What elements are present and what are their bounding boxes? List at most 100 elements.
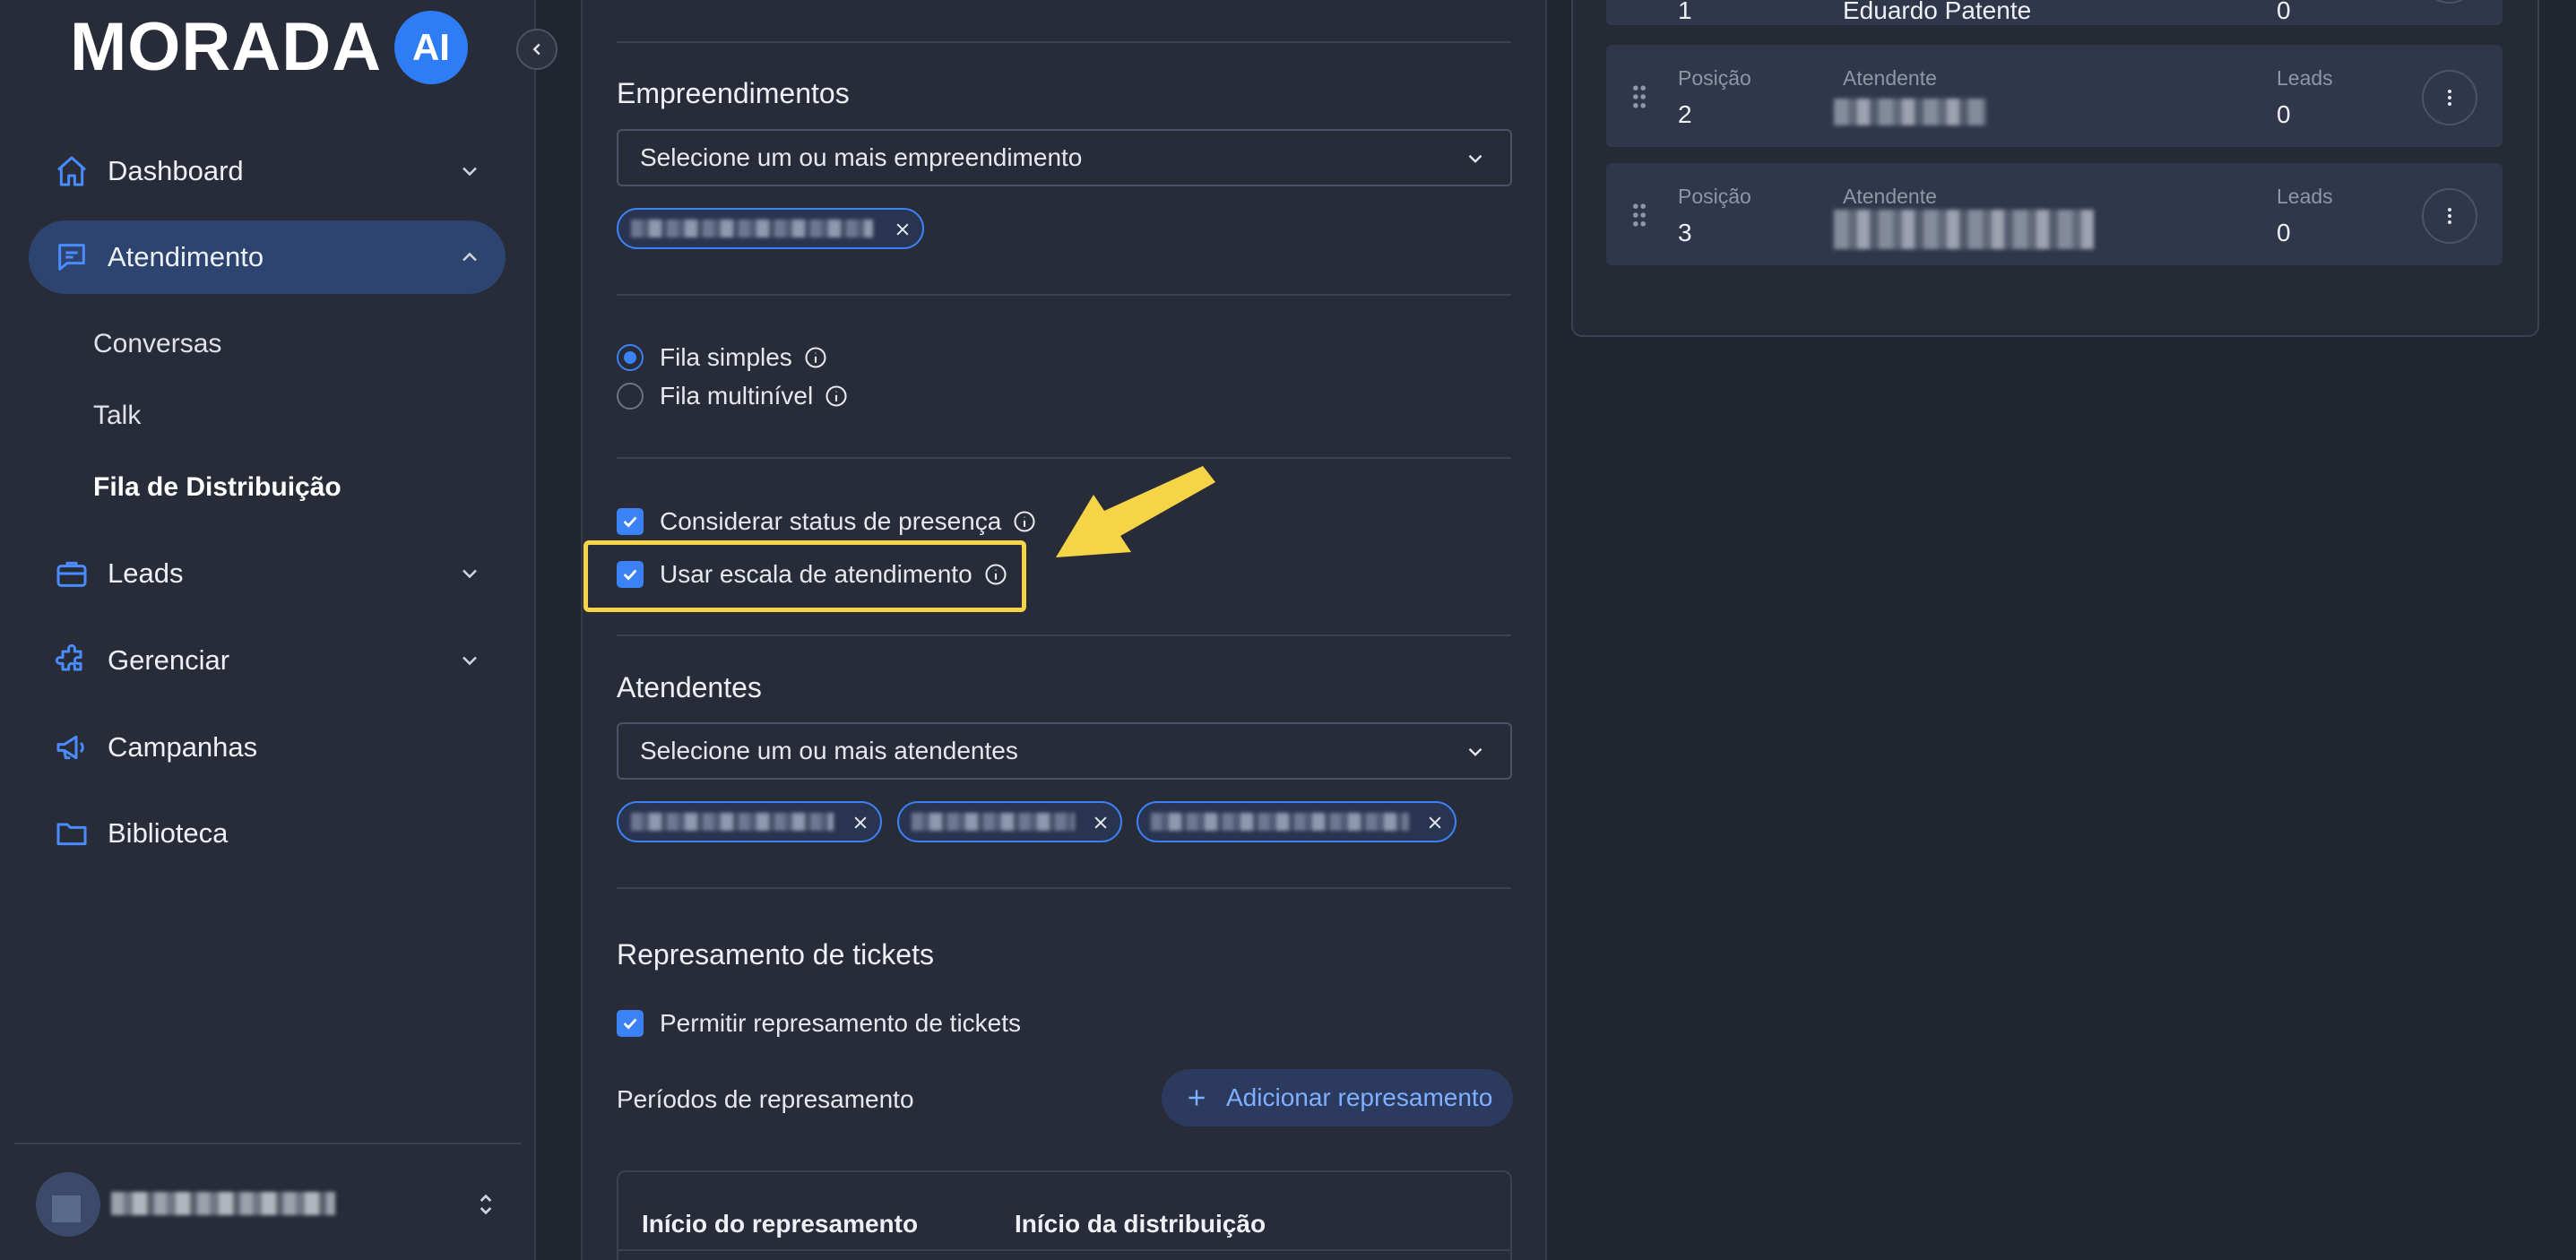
queue-row[interactable]: Posição 3 Atendente Leads 0 — [1606, 163, 2503, 265]
column-header-distribution: Início da distribuição — [1015, 1210, 1266, 1238]
leads-label: Leads — [2277, 185, 2333, 208]
arrow-annotation-icon — [1056, 466, 1215, 557]
divider — [617, 41, 1511, 43]
row-menu-button[interactable] — [2422, 188, 2477, 244]
leads-value: 0 — [2277, 219, 2291, 246]
empreendimentos-title: Empreendimentos — [617, 77, 850, 109]
sidebar-item-atendimento[interactable]: Atendimento — [29, 220, 506, 294]
redacted-text — [631, 220, 873, 237]
close-icon[interactable] — [894, 220, 912, 238]
sidebar-item-biblioteca[interactable]: Biblioteca — [29, 797, 506, 870]
presence-option[interactable]: Considerar status de presença — [617, 507, 1037, 536]
fila-multinivel-option[interactable]: Fila multinível — [617, 382, 849, 410]
info-icon[interactable] — [803, 345, 828, 370]
row-menu-button[interactable] — [2422, 70, 2477, 125]
queue-row[interactable]: Posição 2 Atendente Leads 0 — [1606, 45, 2503, 147]
chevron-left-icon — [532, 43, 540, 56]
user-name-redacted — [111, 1192, 335, 1215]
add-represamento-label: Adicionar represamento — [1226, 1083, 1493, 1111]
more-vertical-icon — [2448, 90, 2451, 106]
queue-row[interactable]: 1 Eduardo Patente 0 — [1606, 0, 2503, 25]
attendant-name-redacted — [1834, 99, 1986, 125]
drag-handle-icon[interactable] — [1631, 203, 1647, 228]
check-icon — [623, 516, 637, 528]
divider — [617, 294, 1511, 296]
position-value: 1 — [1678, 0, 1692, 24]
atendentes-select[interactable]: Selecione um ou mais atendentes — [617, 722, 1512, 780]
presence-checkbox[interactable] — [617, 508, 644, 535]
sidebar-item-label: Gerenciar — [108, 644, 230, 676]
attendant-name-redacted — [1834, 210, 2094, 249]
close-icon[interactable] — [1426, 814, 1444, 832]
chevron-down-icon — [462, 167, 477, 177]
more-vertical-icon — [2448, 208, 2451, 224]
fila-simples-option[interactable]: Fila simples — [617, 343, 828, 372]
allow-represamento-option[interactable]: Permitir represamento de tickets — [617, 1009, 1021, 1038]
atendentes-placeholder: Selecione um ou mais atendentes — [640, 737, 1018, 764]
atendentes-title: Atendentes — [617, 671, 762, 703]
position-label: Posição — [1678, 185, 1751, 208]
represamento-title: Represamento de tickets — [617, 938, 934, 971]
presence-label: Considerar status de presença — [660, 507, 1002, 535]
chevron-down-icon — [1468, 154, 1482, 163]
sidebar-item-leads[interactable]: Leads — [29, 537, 506, 610]
fila-multinivel-radio[interactable] — [617, 383, 644, 410]
sidebar-item-gerenciar[interactable]: Gerenciar — [29, 624, 506, 697]
sidebar-item-dashboard[interactable]: Dashboard — [29, 134, 506, 208]
avatar[interactable] — [36, 1172, 100, 1237]
sidebar-subitem-conversas[interactable]: Conversas — [93, 329, 221, 359]
info-icon[interactable] — [1012, 509, 1037, 534]
sidebar-subitem-fila-distribuicao[interactable]: Fila de Distribuição — [93, 472, 341, 503]
puzzle-icon — [52, 641, 91, 680]
logo-badge: AI — [393, 11, 468, 84]
home-icon — [52, 151, 91, 191]
position-value: 2 — [1678, 100, 1692, 128]
sidebar-divider — [14, 1143, 522, 1144]
redacted-text — [631, 813, 834, 831]
briefcase-icon — [52, 554, 91, 593]
folder-icon — [52, 814, 91, 853]
sidebar-item-label: Atendimento — [108, 241, 264, 272]
collapse-sidebar-button[interactable] — [516, 29, 558, 70]
sidebar-item-label: Dashboard — [108, 155, 244, 186]
logo[interactable]: MORADA AI — [70, 7, 468, 88]
redacted-text — [1151, 813, 1409, 831]
add-represamento-button[interactable]: Adicionar represamento — [1162, 1069, 1513, 1126]
sidebar-item-label: Leads — [108, 557, 184, 589]
sidebar-item-label: Campanhas — [108, 731, 258, 763]
represamento-table: Início do represamento Início da distrib… — [617, 1170, 1512, 1260]
sidebar-item-label: Biblioteca — [108, 817, 229, 849]
row-menu-button[interactable] — [2422, 0, 2477, 4]
chat-icon — [52, 237, 91, 277]
atendente-chip[interactable] — [897, 801, 1122, 842]
position-value: 3 — [1678, 219, 1692, 246]
fila-simples-label: Fila simples — [660, 343, 792, 371]
atendente-chip[interactable] — [617, 801, 882, 842]
chevron-down-icon — [1468, 747, 1482, 756]
check-icon — [623, 1018, 637, 1030]
allow-represamento-checkbox[interactable] — [617, 1010, 644, 1037]
leads-value: 0 — [2277, 100, 2291, 128]
fila-simples-radio[interactable] — [617, 344, 644, 371]
divider — [617, 887, 1511, 889]
chevron-down-icon — [462, 656, 477, 666]
megaphone-icon — [52, 728, 91, 767]
leads-label: Leads — [2277, 66, 2333, 90]
sidebar-item-campanhas[interactable]: Campanhas — [29, 711, 506, 784]
atendente-chip[interactable] — [1137, 801, 1457, 842]
empreendimentos-select[interactable]: Selecione um ou mais empreendimento — [617, 129, 1512, 186]
close-icon[interactable] — [851, 814, 869, 832]
drag-handle-icon[interactable] — [1631, 84, 1647, 109]
fila-multinivel-label: Fila multinível — [660, 382, 814, 410]
close-icon[interactable] — [1092, 814, 1110, 832]
chevron-up-icon — [462, 252, 477, 262]
empreendimento-chip[interactable] — [617, 208, 924, 249]
info-icon[interactable] — [824, 384, 849, 409]
plus-icon — [1189, 1090, 1205, 1106]
table-divider — [618, 1249, 1510, 1251]
redacted-text — [912, 813, 1075, 831]
sidebar-subitem-talk[interactable]: Talk — [93, 401, 141, 431]
sidebar: MORADA AI Dashboard Atendimento Conversa… — [0, 0, 536, 1260]
chevron-up-down-icon[interactable] — [471, 1188, 500, 1221]
chevron-down-icon — [462, 569, 477, 579]
